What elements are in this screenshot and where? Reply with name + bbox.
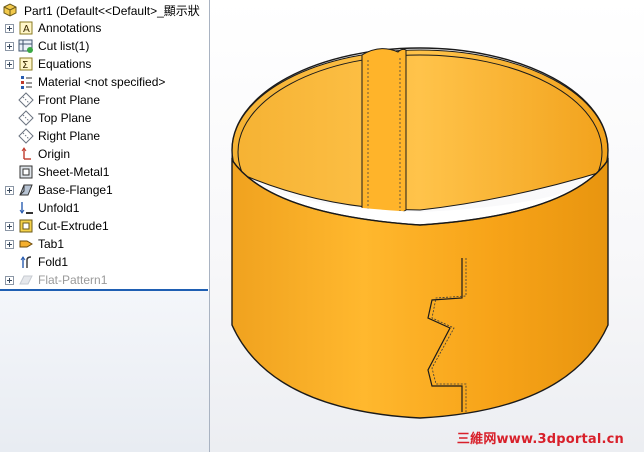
tree-empty-area <box>0 291 209 452</box>
origin-icon <box>21 147 31 160</box>
expand-toggle[interactable] <box>5 41 14 51</box>
tree-item-material-not-specified[interactable]: Material <not specified> <box>0 73 209 91</box>
base-flange-icon <box>19 184 33 196</box>
plane-icon <box>18 128 34 144</box>
equations-icon: Σ <box>19 57 33 71</box>
expand-toggle[interactable] <box>5 275 14 285</box>
tree-root-label: Part1 (Default<<Default>_顯示狀 <box>24 3 200 18</box>
expand-toggle[interactable] <box>5 23 14 33</box>
sheet-metal-ring-model <box>231 47 609 419</box>
tree-item-label: Fold1 <box>38 255 69 269</box>
expand-toggle[interactable] <box>5 221 14 231</box>
ring-inner-wall <box>231 49 609 211</box>
plane-icon <box>18 92 34 108</box>
sheet-metal-icon <box>19 165 33 179</box>
unfold-icon <box>19 202 33 214</box>
tree-item-tab1[interactable]: Tab1 <box>0 235 209 253</box>
graphics-area[interactable] <box>210 0 644 452</box>
tree-item-label: Front Plane <box>38 93 101 107</box>
tree-item-fold1[interactable]: Fold1 <box>0 253 209 271</box>
tree-root-part1[interactable]: Part1 (Default<<Default>_顯示狀 <box>2 1 200 19</box>
tree-item-equations[interactable]: Σ Equations <box>0 55 209 73</box>
tree-item-label: Right Plane <box>38 129 101 143</box>
cut-list-icon <box>18 39 33 53</box>
tree-item-label: Flat-Pattern1 <box>38 273 108 287</box>
tree-item-label: Cut list(1) <box>38 39 90 53</box>
tree-item-origin[interactable]: Origin <box>0 145 209 163</box>
annotations-icon: A <box>19 21 33 35</box>
tab-icon <box>19 240 33 248</box>
tree-item-label: Equations <box>38 57 92 71</box>
tree-item-cut-extrude1[interactable]: Cut-Extrude1 <box>0 217 209 235</box>
part-icon <box>3 3 17 17</box>
tree-item-label: Base-Flange1 <box>38 183 113 197</box>
fold-icon <box>20 256 32 268</box>
tree-item-label: Material <not specified> <box>38 75 166 89</box>
tree-item-label: Sheet-Metal1 <box>38 165 110 179</box>
flat-pattern-icon <box>19 275 33 285</box>
tree-item-annotations[interactable]: A Annotations <box>0 19 209 37</box>
tree-item-sheet-metal1[interactable]: Sheet-Metal1 <box>0 163 209 181</box>
expand-toggle[interactable] <box>5 239 14 249</box>
cut-extrude-icon <box>19 219 33 233</box>
feature-manager-tree: Part1 (Default<<Default>_顯示狀 A Annotation… <box>0 0 210 452</box>
ring-seam-tab <box>361 48 407 219</box>
tree-item-unfold1[interactable]: Unfold1 <box>0 199 209 217</box>
tree-item-label: Cut-Extrude1 <box>38 219 109 233</box>
tree-item-label: Top Plane <box>38 111 92 125</box>
svg-text:Σ: Σ <box>22 60 28 71</box>
watermark-text: 三維网www.3dportal.cn <box>456 432 624 447</box>
tree-item-right-plane[interactable]: Right Plane <box>0 127 209 145</box>
tree-item-front-plane[interactable]: Front Plane <box>0 91 209 109</box>
tree-item-top-plane[interactable]: Top Plane <box>0 109 209 127</box>
plane-icon <box>18 110 34 126</box>
material-icon <box>21 76 32 89</box>
tree-item-flat-pattern1[interactable]: Flat-Pattern1 <box>0 271 209 289</box>
svg-text:A: A <box>23 24 30 35</box>
expand-toggle[interactable] <box>5 185 14 195</box>
tree-item-label: Unfold1 <box>38 201 80 215</box>
tree-item-base-flange1[interactable]: Base-Flange1 <box>0 181 209 199</box>
tree-item-cut-list-1[interactable]: Cut list(1) <box>0 37 209 55</box>
tree-item-label: Tab1 <box>38 237 65 251</box>
tree-item-label: Origin <box>38 147 71 161</box>
tree-item-label: Annotations <box>38 21 102 35</box>
expand-toggle[interactable] <box>5 59 14 69</box>
